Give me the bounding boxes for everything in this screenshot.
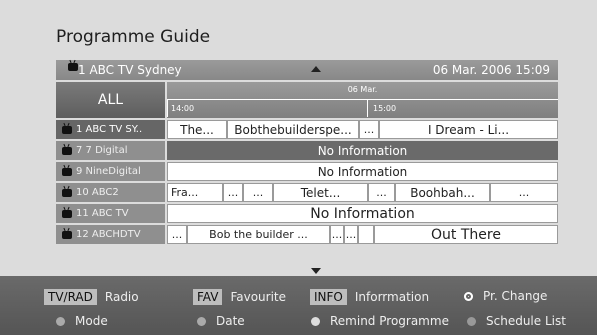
mode-key[interactable]: Mode — [56, 314, 108, 328]
date-key[interactable]: Date — [197, 314, 245, 328]
tv-icon — [62, 209, 72, 218]
scroll-up-arrow[interactable] — [311, 66, 321, 72]
button-legend: TV/RAD Radio FAV Favourite INFO Inforrmatio… — [0, 276, 597, 335]
tv-icon — [62, 230, 72, 239]
current-channel: 1 ABC TV Sydney — [78, 63, 182, 77]
time-label: 15:00 — [373, 104, 397, 113]
favourite-key[interactable]: FAV Favourite — [193, 289, 286, 305]
programme-cell[interactable]: Bob the builder ... — [187, 225, 330, 244]
programme-cell[interactable]: ... — [344, 225, 358, 244]
programme-cell[interactable]: I Dream - Li... — [379, 120, 558, 139]
channel-row: 1 ABC TV SY.. The... Bobthebuilderspe...… — [56, 120, 558, 139]
tv-icon — [62, 167, 72, 176]
channel-cell[interactable]: 7 7 Digital — [56, 141, 165, 160]
green-button-icon — [197, 316, 206, 326]
programme-cell[interactable]: No Information — [167, 204, 558, 223]
pr-change-key[interactable]: Pr. Change — [464, 289, 547, 303]
channel-row: 10 ABC2 Fra... ... ... Telet... ... Booh… — [56, 183, 558, 202]
time-label: 14:00 — [171, 104, 195, 113]
programme-cell[interactable]: ... — [490, 183, 558, 202]
programme-cell[interactable] — [358, 225, 374, 244]
red-button-icon — [56, 316, 65, 326]
programme-cell[interactable]: ... — [368, 183, 395, 202]
programme-cell[interactable]: ... — [167, 225, 187, 244]
channel-cell[interactable]: 12 ABCHDTV — [56, 225, 165, 244]
programme-cell[interactable]: Bobthebuilderspe... — [227, 120, 359, 139]
channel-cell[interactable]: 9 NineDigital — [56, 162, 165, 181]
channel-row: 7 7 Digital No Information — [56, 141, 558, 160]
current-datetime: 06 Mar. 2006 15:09 — [432, 63, 550, 77]
yellow-button-icon — [311, 316, 320, 326]
channel-cell[interactable]: 10 ABC2 — [56, 183, 165, 202]
channel-cell[interactable]: 1 ABC TV SY.. — [56, 120, 165, 139]
all-channels-button[interactable]: ALL — [56, 82, 165, 118]
page-title: Programme Guide — [56, 27, 211, 47]
schedule-list-key[interactable]: Schedule List — [467, 314, 566, 328]
programme-cell[interactable]: Out There — [374, 225, 558, 244]
ok-button-icon — [464, 291, 473, 301]
tv-icon — [62, 188, 72, 197]
programme-cell[interactable]: The... — [167, 120, 227, 139]
channel-row: 11 ABC TV No Information — [56, 204, 558, 223]
tv-icon — [62, 125, 72, 134]
programme-cell[interactable]: ... — [359, 120, 379, 139]
programme-cell[interactable]: No Information — [167, 141, 558, 160]
programme-cell[interactable]: ... — [223, 183, 243, 202]
tv-radio-key[interactable]: TV/RAD Radio — [44, 289, 139, 305]
information-key[interactable]: INFO Inforrmation — [310, 289, 429, 305]
scroll-down-arrow[interactable] — [311, 268, 321, 274]
timeline-date: 06 Mar. — [347, 85, 378, 94]
channel-row: 9 NineDigital No Information — [56, 162, 558, 181]
programme-cell[interactable]: Fra... — [167, 183, 223, 202]
programme-cell[interactable]: No Information — [167, 162, 558, 181]
programme-cell[interactable]: Boohbah... — [395, 183, 490, 202]
channel-cell[interactable]: 11 ABC TV — [56, 204, 165, 223]
programme-cell[interactable]: ... — [330, 225, 344, 244]
programme-cell[interactable]: Telet... — [273, 183, 368, 202]
tv-icon — [68, 63, 78, 71]
current-channel-bar: 1 ABC TV Sydney 06 Mar. 2006 15:09 — [56, 60, 558, 80]
timeline-bar: 06 Mar. 14:00 15:00 — [167, 82, 558, 118]
blue-button-icon — [467, 316, 476, 326]
remind-programme-key[interactable]: Remind Programme — [311, 314, 449, 328]
channel-row: 12 ABCHDTV ... Bob the builder ... ... .… — [56, 225, 558, 244]
programme-cell[interactable]: ... — [243, 183, 273, 202]
tv-icon — [62, 146, 72, 155]
